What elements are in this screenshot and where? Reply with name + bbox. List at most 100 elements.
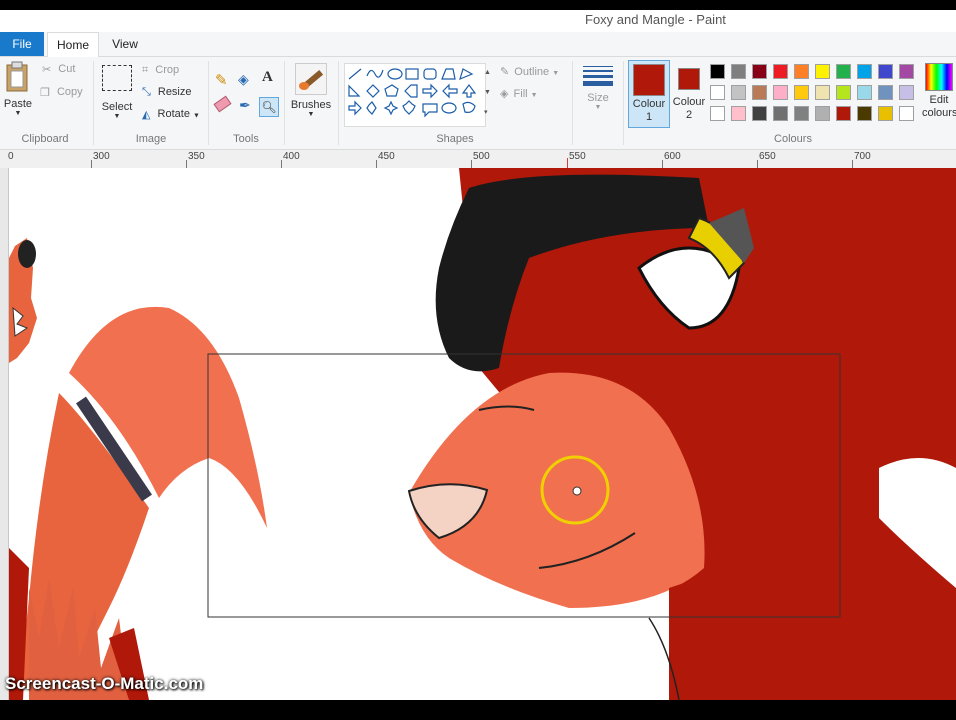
fox-ear-tip [18, 240, 36, 268]
text-icon: A [262, 69, 273, 85]
ruler-tick: 450 [378, 151, 395, 162]
fill-bucket-icon: ◈ [500, 88, 509, 100]
ruler-tick-mark [471, 160, 472, 168]
scissors-icon: ✂ [42, 64, 52, 76]
ruler-tick-mark [757, 160, 758, 168]
rotate-button[interactable]: ◭ Rotate ▼ [142, 108, 200, 121]
ruler-tick: 350 [188, 151, 205, 162]
resize-button[interactable]: ⤡ Resize [142, 86, 192, 99]
palette-swatch[interactable] [731, 64, 746, 79]
crop-button[interactable]: ⌗ Crop [142, 64, 179, 77]
magnifier-tool[interactable]: 🔍︎ [259, 97, 279, 117]
colour-wheel-icon [925, 63, 953, 91]
title-bar: Foxy and Mangle - Paint [0, 10, 956, 32]
palette-swatch[interactable] [731, 85, 746, 100]
copy-button[interactable]: ❐ Copy [40, 86, 83, 99]
paint-bucket-icon: ◈ [238, 71, 249, 87]
line-size-icon [583, 66, 613, 86]
edit-colours-button[interactable]: Edit colours [922, 63, 956, 127]
eyedropper-icon: ✒ [239, 97, 251, 113]
text-tool[interactable]: A [262, 69, 273, 86]
ruler-tick: 700 [854, 151, 871, 162]
palette-swatch[interactable] [752, 64, 767, 79]
tab-home[interactable]: Home [47, 32, 99, 58]
palette-swatch[interactable] [836, 85, 851, 100]
palette-swatch[interactable] [899, 85, 914, 100]
colour2-swatch [678, 68, 700, 90]
paste-label: Paste [3, 98, 33, 110]
palette-swatch[interactable] [710, 85, 725, 100]
palette-swatch[interactable] [794, 106, 809, 121]
size-dropdown-icon: ▼ [594, 104, 602, 111]
tab-file[interactable]: File [0, 32, 44, 56]
palette-swatch[interactable] [857, 64, 872, 79]
shapes-gallery[interactable] [344, 63, 486, 127]
pencil-tool[interactable]: ✎ [215, 71, 228, 89]
rotate-label: Rotate [157, 108, 190, 121]
palette-swatch[interactable] [878, 85, 893, 100]
palette-swatch[interactable] [815, 64, 830, 79]
palette-swatch[interactable] [731, 106, 746, 121]
colour2-button[interactable]: Colour 2 [670, 65, 708, 127]
pencil-icon: ✎ [215, 72, 228, 89]
colour1-swatch [633, 64, 665, 96]
ribbon-tab-bar: File Home View [0, 32, 956, 58]
clipboard-icon [6, 61, 28, 92]
fill-tool[interactable]: ◈ [238, 71, 249, 88]
resize-label: Resize [157, 86, 192, 99]
fill-button[interactable]: ◈ Fill ▼ [500, 87, 538, 100]
paste-dropdown-icon: ▼ [14, 110, 22, 117]
palette-swatch[interactable] [878, 106, 893, 121]
drawing-canvas[interactable] [9, 168, 956, 700]
ruler-tick: 400 [283, 151, 300, 162]
select-button[interactable]: Select ▼ [100, 65, 134, 120]
outline-button[interactable]: ✎ Outline ▼ [500, 65, 559, 78]
palette-swatch[interactable] [710, 106, 725, 121]
artwork [9, 168, 956, 700]
palette-swatch[interactable] [773, 64, 788, 79]
crop-label: Crop [155, 64, 180, 77]
colour-picker-tool[interactable]: ✒ [239, 97, 251, 114]
outline-icon: ✎ [500, 66, 510, 78]
cut-label: Cut [58, 63, 76, 76]
palette-swatch[interactable] [899, 106, 914, 121]
ruler-tick: 650 [759, 151, 776, 162]
ruler-tick-mark [281, 160, 282, 168]
eraser-tool[interactable] [213, 95, 232, 113]
palette-swatch[interactable] [815, 106, 830, 121]
palette-swatch[interactable] [710, 64, 725, 79]
crop-icon: ⌗ [142, 64, 149, 76]
ruler-tick: 550 [569, 151, 586, 162]
palette-swatch[interactable] [752, 106, 767, 121]
paste-button[interactable]: Paste ▼ [3, 61, 33, 117]
rotate-dropdown-icon: ▼ [193, 112, 200, 120]
image-group-label: Image [135, 133, 167, 145]
palette-swatch[interactable] [773, 85, 788, 100]
palette-swatch[interactable] [857, 85, 872, 100]
separator [208, 61, 209, 145]
clipboard-group-label: Clipboard [21, 133, 69, 145]
ruler-tick-mark [662, 160, 663, 168]
palette-swatch[interactable] [752, 85, 767, 100]
shapes-scroll[interactable]: ▲ ▼ ▾ [484, 63, 492, 125]
tab-view[interactable]: View [104, 32, 146, 56]
resize-icon: ⤡ [142, 86, 151, 98]
palette-swatch[interactable] [836, 106, 851, 121]
size-label: Size [587, 92, 609, 104]
colour1-button[interactable]: Colour 1 [628, 60, 670, 128]
palette-swatch[interactable] [899, 64, 914, 79]
palette-swatch[interactable] [857, 106, 872, 121]
brushes-button[interactable]: Brushes ▼ [290, 63, 332, 118]
palette-swatch[interactable] [773, 106, 788, 121]
ruler-tick-mark [186, 160, 187, 168]
ruler-tick: 500 [473, 151, 490, 162]
palette-swatch[interactable] [794, 85, 809, 100]
outline-dropdown-icon: ▼ [552, 70, 560, 77]
cut-button[interactable]: ✂ Cut [42, 63, 75, 76]
palette-swatch[interactable] [878, 64, 893, 79]
palette-swatch[interactable] [794, 64, 809, 79]
palette-swatch[interactable] [815, 85, 830, 100]
brush-icon [295, 63, 327, 95]
palette-swatch[interactable] [836, 64, 851, 79]
size-button[interactable]: Size ▼ [580, 63, 616, 111]
